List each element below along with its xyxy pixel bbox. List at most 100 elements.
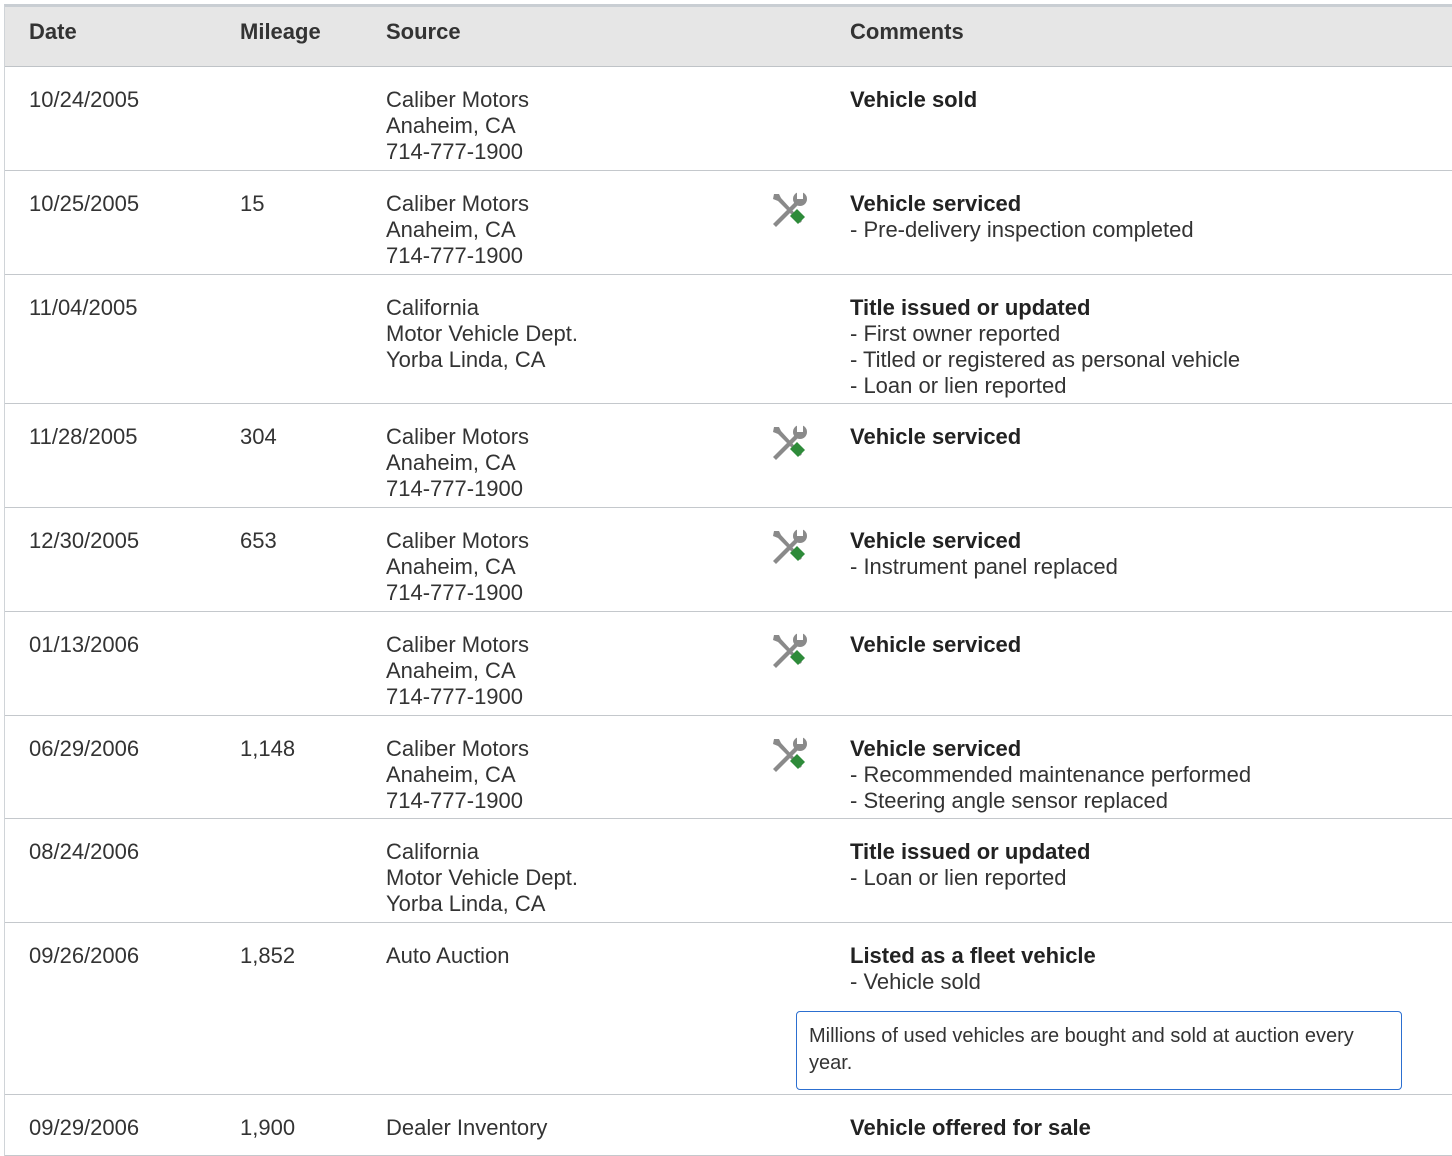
comment-title: Vehicle sold <box>850 87 978 112</box>
source-line: Caliber Motors <box>386 191 530 216</box>
row-source: California Motor Vehicle Dept. Yorba Linda… <box>386 295 578 373</box>
row-source: Caliber Motors Anaheim, CA 714-777-1900 <box>386 632 529 710</box>
row-comments: Vehicle serviced <box>850 632 1440 658</box>
row-source: Caliber Motors Anaheim, CA 714-777-1900 <box>386 424 529 502</box>
row-source: California Motor Vehicle Dept. Yorba Linda… <box>386 839 578 917</box>
source-line: Caliber Motors <box>386 528 530 553</box>
table-row: 08/24/2006 California Motor Vehicle Dept. Y… <box>5 819 1452 923</box>
source-line: 714-777-1900 <box>386 788 524 813</box>
header-mileage: Mileage <box>240 19 321 44</box>
header-source: Source <box>386 19 461 44</box>
source-line: 714-777-1900 <box>386 139 524 164</box>
comment-title: Vehicle serviced <box>850 528 1022 553</box>
source-line: Motor Vehicle Dept. <box>386 865 578 890</box>
source-line: Yorba Linda, CA <box>386 347 546 372</box>
comment-item: - Vehicle sold <box>850 969 981 994</box>
row-date: 10/25/2005 <box>29 191 140 216</box>
row-date: 11/04/2005 <box>29 295 138 320</box>
row-comments: Listed as a fleet vehicle - Vehicle sold M… <box>796 943 1440 1090</box>
source-line: Caliber Motors <box>386 736 530 761</box>
comment-item: - Steering angle sensor replaced <box>850 788 1168 813</box>
table-row: 10/24/2005 Caliber Motors Anaheim, CA 714-7… <box>5 67 1452 171</box>
source-line: California <box>386 295 479 320</box>
table-row: 10/25/2005 15 Caliber Motors Anaheim, CA 714… <box>5 171 1452 275</box>
source-line: Anaheim, CA <box>386 217 516 242</box>
comment-title: Vehicle serviced <box>850 424 1022 449</box>
row-source: Caliber Motors Anaheim, CA 714-777-1900 <box>386 87 529 165</box>
comment-title: Listed as a fleet vehicle <box>850 943 1096 968</box>
row-source: Caliber Motors Anaheim, CA 714-777-1900 <box>386 528 529 606</box>
table-row: 09/29/2006 1,900 Dealer Inventory Vehicle o… <box>5 1095 1452 1156</box>
table-row: 12/30/2005 653 Caliber Motors Anaheim, CA 71… <box>5 508 1452 612</box>
comment-item: - Pre-delivery inspection completed <box>850 217 1194 242</box>
row-mileage: 1,148 <box>240 736 296 761</box>
source-line: 714-777-1900 <box>386 243 524 268</box>
source-line: Caliber Motors <box>386 424 530 449</box>
comment-item: - Loan or lien reported <box>850 865 1067 890</box>
source-line: Caliber Motors <box>386 632 530 657</box>
row-source: Auto Auction <box>386 943 510 969</box>
source-line: Anaheim, CA <box>386 113 516 138</box>
comment-item: - Loan or lien reported <box>850 373 1067 398</box>
source-line: Anaheim, CA <box>386 762 516 787</box>
row-date: 11/28/2005 <box>29 424 138 449</box>
row-source: Caliber Motors Anaheim, CA 714-777-1900 <box>386 191 529 269</box>
row-date: 09/26/2006 <box>29 943 140 968</box>
info-note: Millions of used vehicles are bought and… <box>796 1011 1402 1090</box>
comment-item: - Instrument panel replaced <box>850 554 1118 579</box>
source-line: 714-777-1900 <box>386 684 524 709</box>
row-date: 01/13/2006 <box>29 632 140 657</box>
comment-item: - First owner reported <box>850 321 1061 346</box>
table-row: 01/13/2006 Caliber Motors Anaheim, CA 714-7… <box>5 612 1452 716</box>
row-date: 09/29/2006 <box>29 1115 140 1140</box>
source-line: Anaheim, CA <box>386 450 516 475</box>
row-mileage: 653 <box>240 528 277 553</box>
comment-title: Vehicle serviced <box>850 632 1022 657</box>
source-line: California <box>386 839 479 864</box>
table-row: 09/26/2006 1,852 Auto Auction Listed as a f… <box>5 923 1452 1095</box>
row-comments: Vehicle sold <box>850 87 1440 113</box>
header-comments: Comments <box>850 19 964 44</box>
row-date: 12/30/2005 <box>29 528 140 553</box>
wrench-screwdriver-icon <box>767 527 809 569</box>
row-comments: Vehicle offered for sale <box>850 1115 1440 1141</box>
source-line: Dealer Inventory <box>386 1115 548 1140</box>
comment-title: Title issued or updated <box>850 295 1091 320</box>
row-date: 10/24/2005 <box>29 87 140 112</box>
comment-title: Vehicle serviced <box>850 736 1022 761</box>
row-comments: Title issued or updated - Loan or lien re… <box>850 839 1440 891</box>
source-line: Auto Auction <box>386 943 510 968</box>
source-line: Motor Vehicle Dept. <box>386 321 578 346</box>
row-mileage: 1,900 <box>240 1115 296 1140</box>
source-line: Caliber Motors <box>386 87 530 112</box>
header-date: Date <box>29 19 77 44</box>
comment-title: Title issued or updated <box>850 839 1091 864</box>
row-date: 08/24/2006 <box>29 839 140 864</box>
source-line: 714-777-1900 <box>386 580 524 605</box>
table-body: 10/24/2005 Caliber Motors Anaheim, CA 714-7… <box>5 67 1452 1156</box>
source-line: Anaheim, CA <box>386 554 516 579</box>
wrench-screwdriver-icon <box>767 423 809 465</box>
row-mileage: 1,852 <box>240 943 296 968</box>
table-row: 11/04/2005 California Motor Vehicle Dept. Y… <box>5 275 1452 404</box>
table-header: Date Mileage Source Comments <box>5 7 1452 67</box>
wrench-screwdriver-icon <box>767 190 809 232</box>
row-source: Caliber Motors Anaheim, CA 714-777-1900 <box>386 736 529 814</box>
wrench-screwdriver-icon <box>767 631 809 673</box>
comment-item: - Titled or registered as personal vehic… <box>850 347 1241 372</box>
row-source: Dealer Inventory <box>386 1115 547 1141</box>
row-comments: Vehicle serviced - Recommended maintenanc… <box>850 736 1440 814</box>
row-comments: Vehicle serviced - Instrument panel repla… <box>850 528 1440 580</box>
table-row: 11/28/2005 304 Caliber Motors Anaheim, CA 71… <box>5 404 1452 508</box>
row-mileage: 304 <box>240 424 277 449</box>
source-line: Yorba Linda, CA <box>386 891 546 916</box>
row-mileage: 15 <box>240 191 265 216</box>
comment-title: Vehicle offered for sale <box>850 1115 1091 1140</box>
source-line: 714-777-1900 <box>386 476 524 501</box>
row-comments: Vehicle serviced <box>850 424 1440 450</box>
comment-title: Vehicle serviced <box>850 191 1022 216</box>
row-comments: Vehicle serviced - Pre-delivery inspectio… <box>850 191 1440 243</box>
wrench-screwdriver-icon <box>767 735 809 777</box>
table-row: 06/29/2006 1,148 Caliber Motors Anaheim, CA… <box>5 716 1452 819</box>
source-line: Anaheim, CA <box>386 658 516 683</box>
